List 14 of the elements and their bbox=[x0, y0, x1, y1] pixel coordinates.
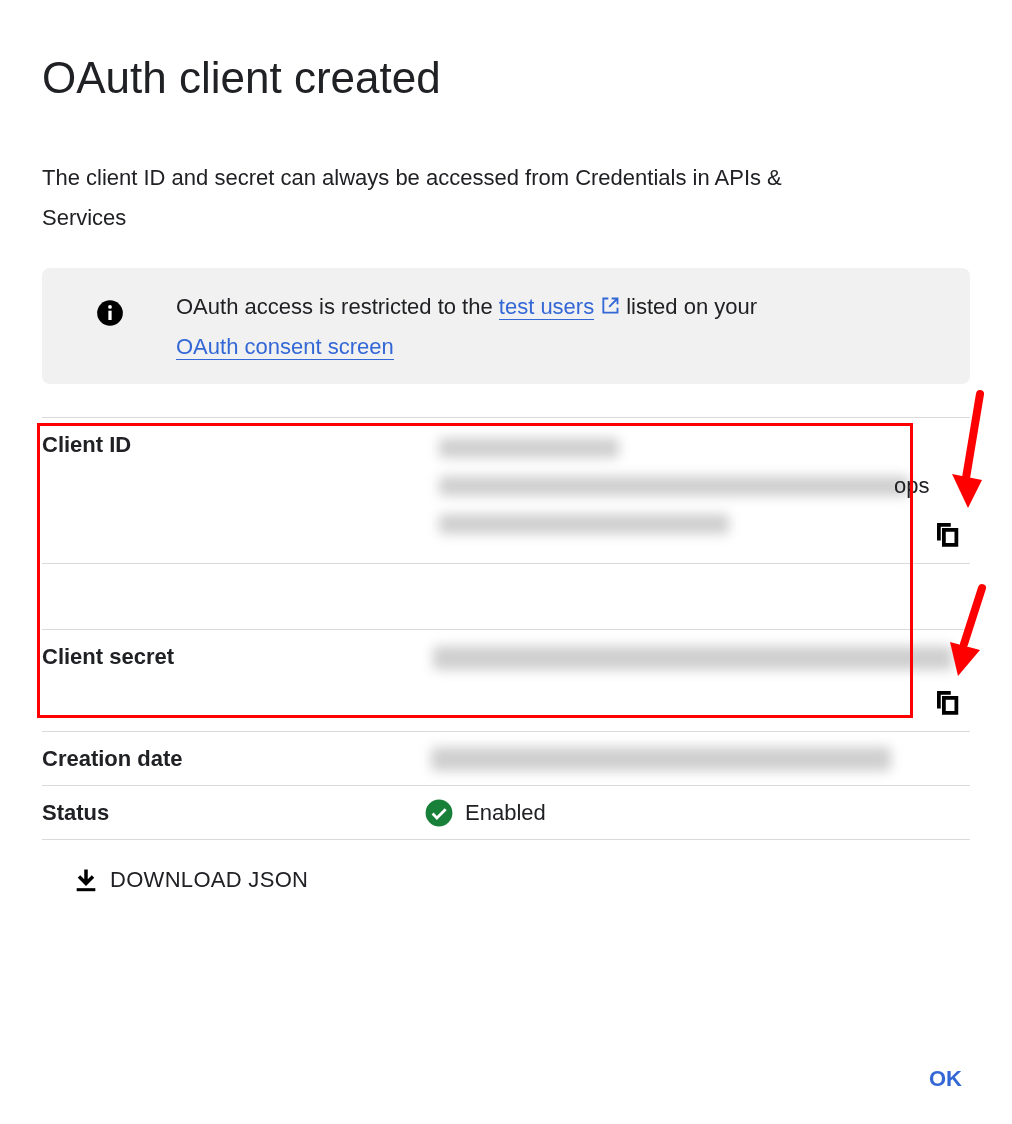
info-icon bbox=[96, 299, 124, 327]
consent-screen-link[interactable]: OAuth consent screen bbox=[176, 334, 394, 360]
field-label: Status bbox=[42, 799, 111, 826]
download-json-button[interactable]: DOWNLOAD JSON bbox=[68, 860, 313, 900]
external-link-icon bbox=[600, 296, 621, 316]
field-label: Creation date bbox=[42, 745, 184, 772]
test-users-link[interactable]: test users bbox=[498, 294, 595, 320]
ok-button[interactable]: OK bbox=[929, 1058, 962, 1100]
status-text: Enabled bbox=[465, 799, 546, 826]
notice-text: OAuth access is restricted to the test users listed on your OAuth consent screen bbox=[176, 293, 759, 362]
field-label: Client ID bbox=[42, 431, 133, 459]
dialog-title: OAuth client created bbox=[42, 52, 442, 104]
field-label: Client secret bbox=[42, 643, 176, 671]
description-text: The client ID and secret can always be accessed from Credentials in APIs & Services bbox=[42, 164, 783, 232]
